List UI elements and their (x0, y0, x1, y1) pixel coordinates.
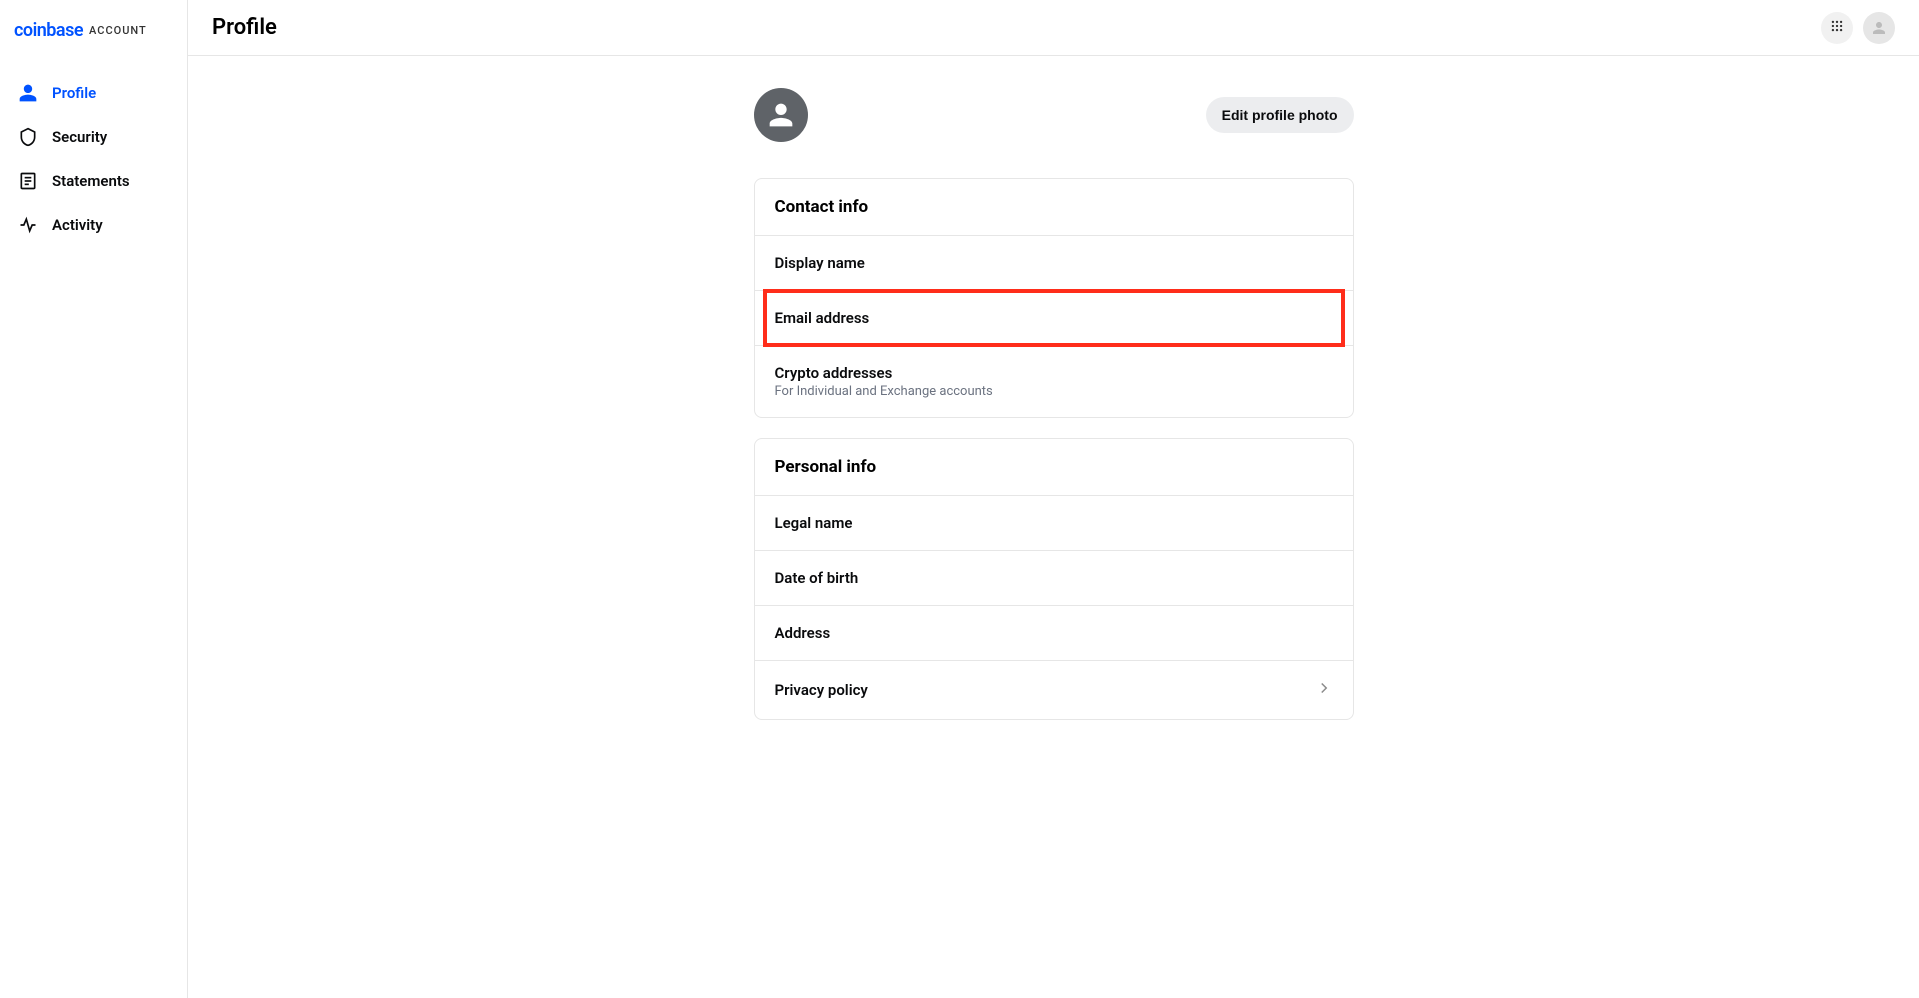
dob-label: Date of birth (775, 569, 859, 587)
brand-sub: ACCOUNT (89, 24, 147, 37)
sidebar-item-activity[interactable]: Activity (0, 203, 187, 247)
contact-info-title: Contact info (755, 179, 1353, 236)
chevron-right-icon (1315, 679, 1333, 701)
page-title: Profile (212, 15, 277, 40)
brand-name: coinbase (14, 20, 83, 41)
sidebar-item-label: Statements (52, 172, 130, 190)
sidebar: coinbase ACCOUNT Profile Security Statem… (0, 0, 188, 998)
row-date-of-birth[interactable]: Date of birth (755, 551, 1353, 606)
crypto-addresses-sub: For Individual and Exchange accounts (775, 384, 993, 399)
user-avatar-small[interactable] (1863, 12, 1895, 44)
email-address-label: Email address (775, 309, 870, 327)
personal-info-section: Personal info Legal name Date of birth A… (754, 438, 1354, 720)
brand-logo[interactable]: coinbase ACCOUNT (0, 16, 187, 71)
row-crypto-addresses[interactable]: Crypto addresses For Individual and Exch… (755, 346, 1353, 417)
sidebar-item-label: Activity (52, 216, 103, 234)
row-privacy-policy[interactable]: Privacy policy (755, 661, 1353, 719)
address-label: Address (775, 624, 831, 642)
content: Edit profile photo Contact info Display … (754, 88, 1354, 740)
row-legal-name[interactable]: Legal name (755, 496, 1353, 551)
user-icon (18, 83, 38, 103)
sidebar-item-statements[interactable]: Statements (0, 159, 187, 203)
contact-info-section: Contact info Display name Email address … (754, 178, 1354, 418)
sidebar-item-security[interactable]: Security (0, 115, 187, 159)
avatar-icon (764, 98, 798, 132)
apps-grid-button[interactable] (1821, 12, 1853, 44)
main: Profile Edit profile photo (188, 0, 1919, 998)
document-icon (18, 171, 38, 191)
personal-info-title: Personal info (755, 439, 1353, 496)
row-email-address[interactable]: Email address (755, 291, 1353, 346)
topbar-actions (1821, 12, 1895, 44)
sidebar-item-profile[interactable]: Profile (0, 71, 187, 115)
row-display-name[interactable]: Display name (755, 236, 1353, 291)
topbar: Profile (188, 0, 1919, 56)
shield-icon (18, 127, 38, 147)
legal-name-label: Legal name (775, 514, 853, 532)
activity-icon (18, 215, 38, 235)
grid-icon (1830, 18, 1844, 37)
profile-header: Edit profile photo (754, 88, 1354, 142)
edit-profile-photo-button[interactable]: Edit profile photo (1206, 97, 1354, 133)
row-address[interactable]: Address (755, 606, 1353, 661)
sidebar-item-label: Profile (52, 84, 96, 102)
profile-avatar (754, 88, 808, 142)
sidebar-item-label: Security (52, 128, 107, 146)
display-name-label: Display name (775, 254, 865, 272)
avatar-icon (1870, 19, 1888, 37)
crypto-addresses-label: Crypto addresses (775, 364, 993, 382)
privacy-label: Privacy policy (775, 681, 868, 699)
